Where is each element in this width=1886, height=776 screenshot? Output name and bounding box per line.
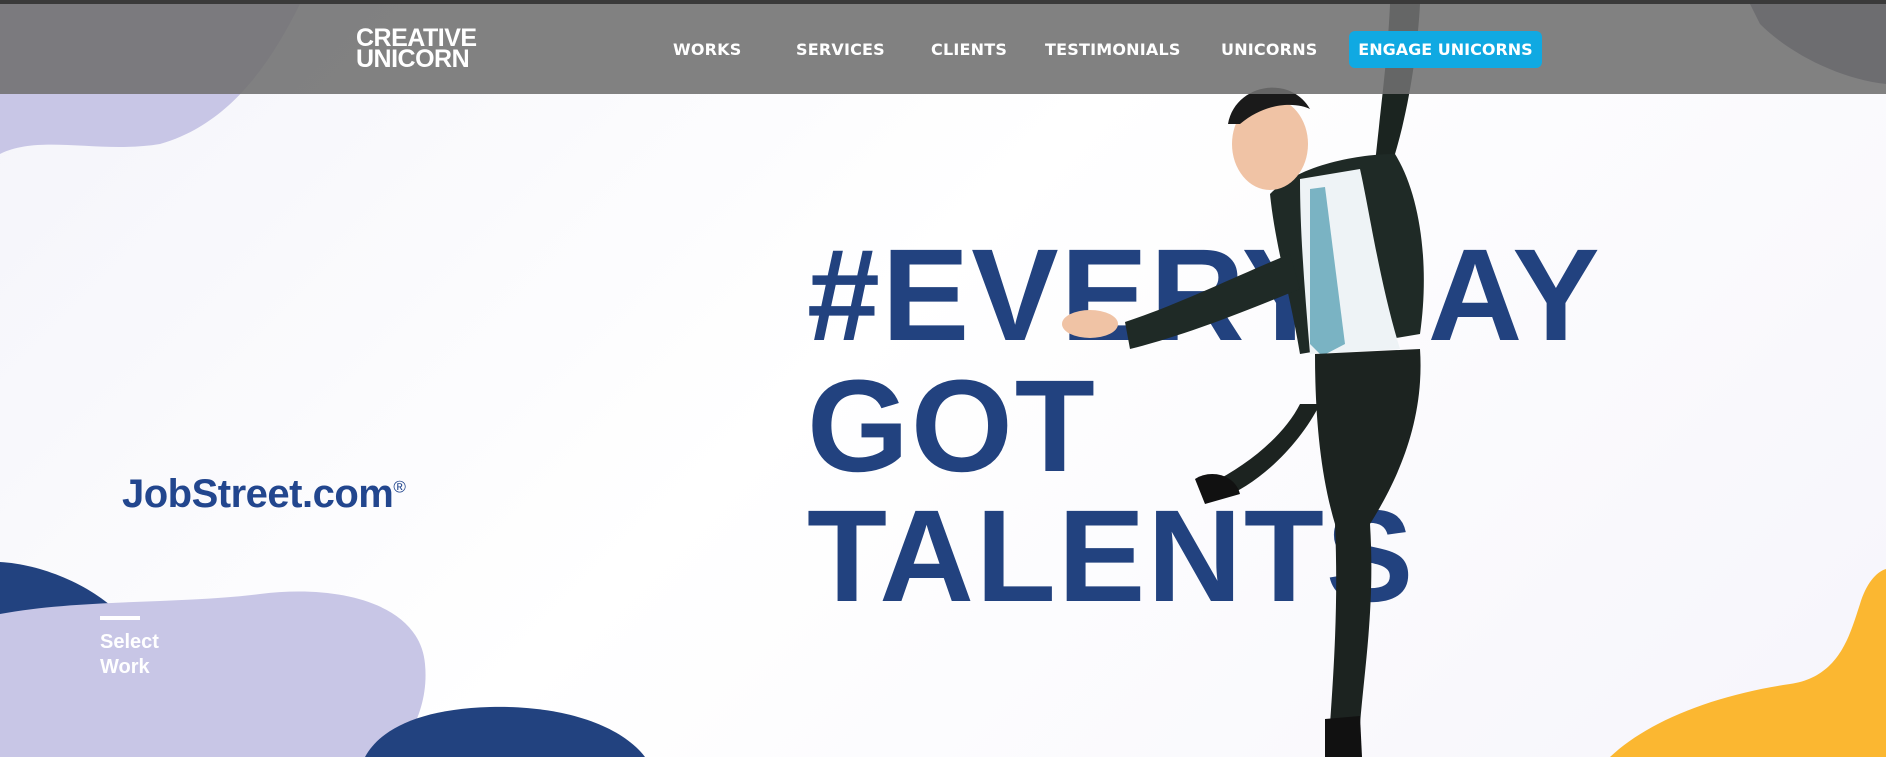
client-logo-jobstreet: JobStreet.com® [122,472,406,517]
engage-unicorns-button[interactable]: ENGAGE UNICORNS [1349,31,1542,68]
man-in-suit-jumping-image [1062,4,1424,757]
nav-unicorns[interactable]: UNICORNS [1221,40,1318,59]
nav-clients[interactable]: CLIENTS [931,40,1007,59]
nav-services[interactable]: SERVICES [796,40,885,59]
nav-works[interactable]: WORKS [673,40,742,59]
nav-testimonials[interactable]: TESTIMONIALS [1045,40,1181,59]
top-navigation-bar: CREATIVE UNICORN WORKS SERVICES CLIENTS … [0,4,1886,94]
select-work-indicator [100,616,140,620]
select-work-link[interactable]: Select Work [100,630,180,680]
creative-unicorn-logo[interactable]: CREATIVE UNICORN [356,26,477,73]
hero-section: #EVERYDAY GOT TALENTS JobStreet.com® Sel… [0,4,1886,757]
registered-mark: ® [393,477,406,497]
logo-line-2: UNICORN [356,45,470,73]
client-logo-text: JobStreet.com [122,472,394,516]
